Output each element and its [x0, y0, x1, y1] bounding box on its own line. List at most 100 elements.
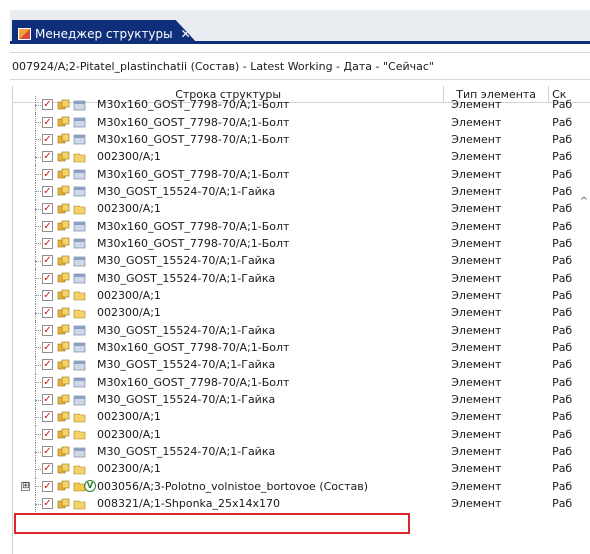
checkmark-icon: ✓ [43, 394, 52, 406]
structure-cell[interactable]: ✓ 002300/A;1 [13, 304, 444, 322]
row-checkbox[interactable]: ✓ [42, 99, 53, 111]
row-checkbox[interactable]: ✓ [42, 463, 53, 475]
row-checkbox[interactable]: ✓ [42, 341, 53, 353]
structure-cell[interactable]: ✓ M30x160_GOST_7798-70/A;1-Болт [13, 130, 444, 149]
revision-icon [57, 480, 70, 492]
table-row[interactable]: ✓ M30x160_GOST_7798-70/A;1-Болт Элемент Раб [13, 113, 590, 131]
structure-cell[interactable]: ✓ M30x160_GOST_7798-70/A;1-Болт [13, 96, 444, 114]
table-row[interactable]: ✓ M30_GOST_15524-70/A;1-Гайка Элемент Раб [13, 252, 590, 270]
row-checkbox[interactable]: ✓ [42, 376, 53, 388]
structure-cell[interactable]: ✓ M30x160_GOST_7798-70/A;1-Болт [13, 373, 444, 391]
scroll-up-icon[interactable]: ^ [578, 196, 590, 208]
structure-cell[interactable]: ✓ 002300/A;1 [13, 425, 444, 443]
folder-icon [73, 203, 86, 215]
table-row[interactable]: ✓ M30_GOST_15524-70/A;1-Гайка Элемент Раб [13, 269, 590, 287]
part-icon [73, 99, 86, 111]
row-checkbox[interactable]: ✓ [42, 411, 53, 423]
row-checkbox[interactable]: ✓ [42, 359, 53, 371]
structure-cell[interactable]: ✓ M30_GOST_15524-70/A;1-Гайка [13, 252, 444, 270]
checkmark-icon: ✓ [43, 99, 52, 111]
table-row[interactable]: ✓ M30x160_GOST_7798-70/A;1-Болт Элемент Раб [13, 234, 590, 253]
table-row[interactable]: ✓ M30_GOST_15524-70/A;1-Гайка Элемент Раб [13, 182, 590, 201]
row-checkbox[interactable]: ✓ [42, 220, 53, 232]
structure-cell[interactable]: ✓ M30_GOST_15524-70/A;1-Гайка [13, 390, 444, 409]
checkmark-icon: ✓ [43, 341, 52, 353]
checkmark-icon: ✓ [43, 498, 52, 510]
row-checkbox[interactable]: ✓ [42, 255, 53, 267]
row-checkbox[interactable]: ✓ [42, 151, 53, 163]
structure-cell[interactable]: ✓ M30x160_GOST_7798-70/A;1-Болт [13, 234, 444, 253]
table-row[interactable]: ✓ 002300/A;1 Элемент Раб [13, 148, 590, 166]
row-checkbox[interactable]: ✓ [42, 203, 53, 215]
row-label: M30x160_GOST_7798-70/A;1-Болт [97, 167, 290, 181]
expand-icon[interactable]: ⊞ [21, 481, 30, 491]
structure-cell[interactable]: ✓ 002300/A;1 [13, 200, 444, 218]
element-type-cell: Элемент [451, 358, 502, 372]
row-checkbox[interactable]: ✓ [42, 237, 53, 249]
row-checkbox[interactable]: ✓ [42, 185, 53, 197]
row-checkbox[interactable]: ✓ [42, 289, 53, 301]
table-row[interactable]: ✓ M30x160_GOST_7798-70/A;1-Болт Элемент Раб [13, 373, 590, 391]
row-checkbox[interactable]: ✓ [42, 272, 53, 284]
row-checkbox[interactable]: ✓ [42, 498, 53, 510]
row-checkbox[interactable]: ✓ [42, 116, 53, 128]
part-icon [73, 237, 86, 249]
row-label: M30x160_GOST_7798-70/A;1-Болт [97, 340, 290, 354]
structure-cell[interactable]: ✓ 002300/A;1 [13, 148, 444, 166]
table-row[interactable]: ✓ 002300/A;1 Элемент Раб [13, 425, 590, 443]
status-cell: Раб [552, 393, 573, 407]
structure-cell[interactable]: ✓ M30x160_GOST_7798-70/A;1-Болт [13, 113, 444, 131]
structure-cell[interactable]: ✓ M30_GOST_15524-70/A;1-Гайка [13, 182, 444, 201]
element-type-cell: Элемент [451, 254, 502, 268]
structure-cell[interactable]: ✓ M30_GOST_15524-70/A;1-Гайка [13, 356, 444, 374]
checkmark-icon: ✓ [43, 307, 52, 319]
row-checkbox[interactable]: ✓ [42, 428, 53, 440]
structure-cell[interactable]: ✓ M30x160_GOST_7798-70/A;1-Болт [13, 165, 444, 183]
table-row[interactable]: ✓ M30x160_GOST_7798-70/A;1-Болт Элемент Раб [13, 338, 590, 357]
structure-cell[interactable]: ✓ 008321/A;1-Shponka_25x14x170 [13, 494, 444, 513]
table-row[interactable]: ✓ M30x160_GOST_7798-70/A;1-Болт Элемент Раб [13, 130, 590, 149]
structure-table: Строка структуры Тип элемента Ск ✓ M30x16… [12, 86, 590, 554]
table-row[interactable]: ✓ 002300/A;1 Элемент Раб [13, 286, 590, 305]
structure-cell[interactable]: ✓ M30_GOST_15524-70/A;1-Гайка [13, 269, 444, 287]
table-row[interactable]: ✓ M30_GOST_15524-70/A;1-Гайка Элемент Раб [13, 356, 590, 374]
structure-cell[interactable]: ✓ 002300/A;1 [13, 460, 444, 478]
row-checkbox[interactable]: ✓ [42, 480, 53, 492]
tab-structure-manager[interactable]: Менеджер структуры ✕ [12, 20, 198, 44]
element-type-cell: Элемент [451, 306, 502, 320]
row-label: M30x160_GOST_7798-70/A;1-Болт [97, 236, 290, 250]
revision-icon [57, 307, 70, 319]
table-row[interactable]: ✓ 002300/A;1 Элемент Раб [13, 408, 590, 426]
structure-cell[interactable]: ✓ M30_GOST_15524-70/A;1-Гайка [13, 321, 444, 339]
table-row[interactable]: ✓ 008321/A;1-Shponka_25x14x170 Элемент Раб [13, 494, 590, 513]
revision-icon [57, 394, 70, 406]
row-checkbox[interactable]: ✓ [42, 133, 53, 145]
row-checkbox[interactable]: ✓ [42, 394, 53, 406]
row-checkbox[interactable]: ✓ [42, 168, 53, 180]
structure-cell[interactable]: ⊞ ✓ V 003056/A;3-Polotno_volnistoe_bortovoe… [13, 477, 444, 495]
structure-cell[interactable]: ✓ M30x160_GOST_7798-70/A;1-Болт [13, 338, 444, 357]
part-icon [73, 272, 86, 284]
table-row[interactable]: ✓ M30x160_GOST_7798-70/A;1-Болт Элемент Раб [13, 217, 590, 235]
table-row[interactable]: ✓ 002300/A;1 Элемент Раб [13, 304, 590, 322]
element-type-cell: Элемент [451, 375, 502, 389]
structure-cell[interactable]: ✓ 002300/A;1 [13, 286, 444, 305]
revision-icon [57, 185, 70, 197]
table-row[interactable]: ⊞ ✓ V 003056/A;3-Polotno_volnistoe_bortovoe… [13, 477, 590, 495]
row-checkbox[interactable]: ✓ [42, 307, 53, 319]
structure-cell[interactable]: ✓ M30x160_GOST_7798-70/A;1-Болт [13, 217, 444, 235]
table-row[interactable]: ✓ 002300/A;1 Элемент Раб [13, 460, 590, 478]
element-type-cell: Элемент [451, 115, 502, 129]
structure-cell[interactable]: ✓ 002300/A;1 [13, 408, 444, 426]
structure-cell[interactable]: ✓ M30_GOST_15524-70/A;1-Гайка [13, 442, 444, 461]
table-row[interactable]: ✓ M30_GOST_15524-70/A;1-Гайка Элемент Раб [13, 390, 590, 409]
table-row[interactable]: ✓ M30x160_GOST_7798-70/A;1-Болт Элемент Раб [13, 165, 590, 183]
row-checkbox[interactable]: ✓ [42, 446, 53, 458]
row-checkbox[interactable]: ✓ [42, 324, 53, 336]
table-row[interactable]: ✓ M30x160_GOST_7798-70/A;1-Болт Элемент Раб [13, 96, 590, 114]
folder-icon [73, 463, 86, 475]
element-type-cell: Элемент [451, 236, 502, 250]
table-row[interactable]: ✓ M30_GOST_15524-70/A;1-Гайка Элемент Раб [13, 442, 590, 461]
table-row[interactable]: ✓ 002300/A;1 Элемент Раб [13, 200, 590, 218]
table-row[interactable]: ✓ M30_GOST_15524-70/A;1-Гайка Элемент Раб [13, 321, 590, 339]
